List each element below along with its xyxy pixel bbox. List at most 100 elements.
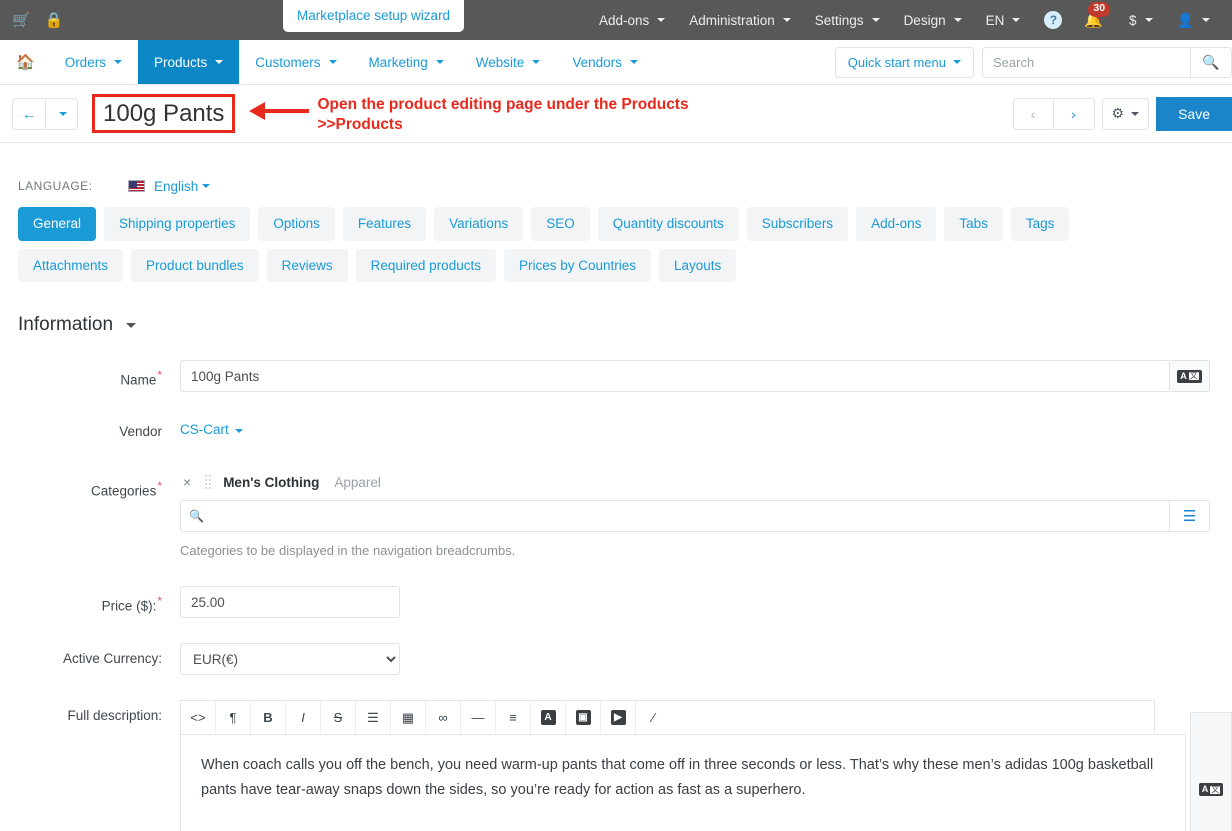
- notifications-button[interactable]: 🔔 30: [1074, 0, 1117, 40]
- remove-category-icon[interactable]: ×: [180, 474, 194, 490]
- vendor-value[interactable]: CS-Cart: [180, 416, 229, 437]
- topbar-menu-settings[interactable]: Settings: [803, 0, 892, 40]
- tab-prices-by-countries[interactable]: Prices by Countries: [504, 249, 651, 283]
- tab-required-products[interactable]: Required products: [356, 249, 496, 283]
- bold-icon[interactable]: B: [251, 701, 286, 734]
- nav-item-vendors[interactable]: Vendors: [556, 40, 654, 84]
- category-picker-button[interactable]: ☰: [1170, 500, 1210, 532]
- search-submit-button[interactable]: 🔍: [1190, 47, 1232, 78]
- tab-quantity-discounts[interactable]: Quantity discounts: [598, 207, 739, 241]
- chevron-down-icon: [235, 429, 243, 433]
- bullet-list-icon[interactable]: ☰: [356, 701, 391, 734]
- chevron-down-icon: [532, 60, 540, 64]
- save-button[interactable]: Save: [1156, 97, 1232, 131]
- drag-handle-icon[interactable]: [204, 474, 213, 490]
- chevron-down-icon: [953, 60, 961, 64]
- marketplace-setup-wizard-link[interactable]: Marketplace setup wizard: [283, 0, 464, 32]
- help-button[interactable]: ?: [1032, 0, 1074, 40]
- name-input[interactable]: [180, 360, 1170, 392]
- information-section-header[interactable]: Information: [0, 282, 1232, 336]
- name-translate-button[interactable]: A文: [1170, 360, 1210, 392]
- nav-item-products[interactable]: Products: [138, 40, 239, 84]
- topbar-menu-addons[interactable]: Add-ons: [587, 0, 677, 40]
- top-utility-bar: 🛒 🔒 Marketplace setup wizard Add-ons Adm…: [0, 0, 1232, 40]
- topbar-menu-language[interactable]: EN: [974, 0, 1033, 40]
- magic-wand-icon[interactable]: ⁄: [636, 701, 671, 734]
- translate-icon: A文: [1199, 783, 1224, 796]
- language-value[interactable]: English: [154, 179, 198, 194]
- currency-switcher[interactable]: $: [1117, 0, 1165, 40]
- price-input[interactable]: [180, 586, 400, 618]
- tab-subscribers[interactable]: Subscribers: [747, 207, 848, 241]
- flag-us-icon: [128, 180, 145, 192]
- nav-item-marketing[interactable]: Marketing: [353, 40, 460, 84]
- tab-features[interactable]: Features: [343, 207, 426, 241]
- categories-label: Categories*: [0, 471, 180, 499]
- full-description-text[interactable]: When coach calls you off the bench, you …: [180, 734, 1186, 831]
- tab-product-bundles[interactable]: Product bundles: [131, 249, 259, 283]
- page-content: LANGUAGE: English General Shipping prope…: [0, 143, 1232, 831]
- chevron-down-icon: [657, 18, 665, 22]
- price-field-wrap: [180, 586, 1232, 618]
- tab-tabs[interactable]: Tabs: [944, 207, 1003, 241]
- strikethrough-icon[interactable]: S: [321, 701, 356, 734]
- user-menu[interactable]: 👤: [1165, 0, 1222, 40]
- tab-seo[interactable]: SEO: [531, 207, 590, 241]
- quick-start-menu-button[interactable]: Quick start menu: [835, 47, 974, 78]
- required-marker: *: [157, 594, 162, 608]
- form-row-price: Price ($):*: [0, 586, 1232, 618]
- nav-home[interactable]: 🏠: [4, 40, 49, 84]
- cart-icon[interactable]: 🛒: [12, 13, 31, 28]
- marketplace-setup-wizard-label: Marketplace setup wizard: [297, 8, 450, 23]
- search-input[interactable]: [982, 47, 1190, 78]
- description-translate-button[interactable]: A文: [1190, 712, 1232, 831]
- nav-item-customers[interactable]: Customers: [239, 40, 352, 84]
- back-button[interactable]: ←: [12, 98, 46, 130]
- notifications-badge: 30: [1088, 2, 1110, 17]
- image-icon[interactable]: ▣: [566, 701, 601, 734]
- form-row-name: Name* A文: [0, 360, 1232, 392]
- form-row-full-description: Full description: <> ¶ B I S ☰ ▦ ∞ — ≡: [0, 700, 1232, 831]
- lock-icon[interactable]: 🔒: [45, 13, 64, 28]
- settings-menu-button[interactable]: ⚙: [1102, 98, 1150, 130]
- annotation-callout: Open the product editing page under the …: [249, 95, 688, 135]
- nav-item-orders[interactable]: Orders: [49, 40, 138, 84]
- next-product-button[interactable]: ›: [1054, 98, 1095, 130]
- table-icon[interactable]: ▦: [391, 701, 426, 734]
- categories-field-wrap: × Men's Clothing Apparel 🔍 ☰ Categories …: [180, 471, 1232, 558]
- tab-reviews[interactable]: Reviews: [267, 249, 348, 283]
- previous-product-button[interactable]: ‹: [1013, 98, 1054, 130]
- tab-tags[interactable]: Tags: [1011, 207, 1070, 241]
- chevron-down-icon: [436, 60, 444, 64]
- text-style-icon[interactable]: A: [531, 701, 566, 734]
- horizontal-rule-icon[interactable]: —: [461, 701, 496, 734]
- category-search-input[interactable]: [180, 500, 1170, 532]
- annotation-arrow-icon: [249, 102, 309, 120]
- topbar-menu-administration[interactable]: Administration: [677, 0, 803, 40]
- video-icon[interactable]: ▶: [601, 701, 636, 734]
- nav-item-website[interactable]: Website: [460, 40, 557, 84]
- tab-general[interactable]: General: [18, 207, 96, 241]
- topbar-menu-design[interactable]: Design: [892, 0, 974, 40]
- chevron-down-icon: [1131, 112, 1139, 116]
- paragraph-icon[interactable]: ¶: [216, 701, 251, 734]
- list-icon: ☰: [1183, 507, 1196, 525]
- link-icon[interactable]: ∞: [426, 701, 461, 734]
- chevron-down-icon: [783, 18, 791, 22]
- active-currency-field-wrap: EUR(€): [180, 643, 1232, 675]
- source-code-icon[interactable]: <>: [181, 701, 216, 734]
- tab-shipping-properties[interactable]: Shipping properties: [104, 207, 250, 241]
- align-icon[interactable]: ≡: [496, 701, 531, 734]
- language-label: LANGUAGE:: [18, 179, 128, 193]
- chevron-down-icon: [630, 60, 638, 64]
- topbar-menu-addons-label: Add-ons: [599, 13, 649, 28]
- tab-attachments[interactable]: Attachments: [18, 249, 123, 283]
- nav-item-orders-label: Orders: [65, 55, 106, 70]
- italic-icon[interactable]: I: [286, 701, 321, 734]
- tab-add-ons[interactable]: Add-ons: [856, 207, 936, 241]
- active-currency-select[interactable]: EUR(€): [180, 643, 400, 675]
- tab-options[interactable]: Options: [258, 207, 335, 241]
- tab-variations[interactable]: Variations: [434, 207, 523, 241]
- tab-layouts[interactable]: Layouts: [659, 249, 736, 283]
- back-dropdown-button[interactable]: [46, 98, 78, 130]
